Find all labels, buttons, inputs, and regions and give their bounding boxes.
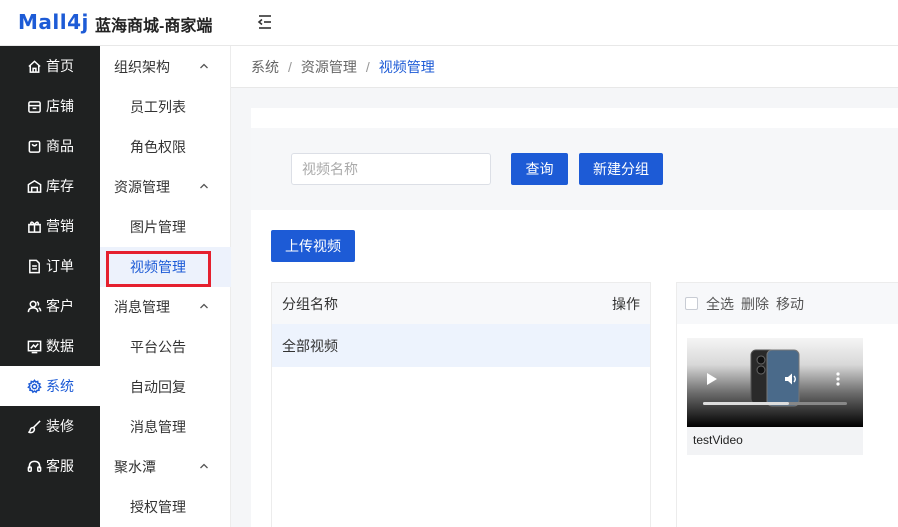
- submenu-item-staff[interactable]: 员工列表: [100, 87, 231, 127]
- document-icon: [29, 259, 40, 273]
- group-panel: 分组名称 操作 全部视频: [271, 282, 651, 527]
- submenu-item-label: 员工列表: [130, 99, 186, 115]
- chevron-up-icon: [200, 183, 208, 189]
- column-action: 操作: [612, 295, 640, 312]
- sidebar-item-orders[interactable]: 订单: [0, 246, 100, 286]
- submenu-group-label: 资源管理: [114, 179, 170, 195]
- submenu-item-label: 平台公告: [130, 339, 186, 355]
- sidebar-item-system[interactable]: 系统: [0, 366, 100, 406]
- sidebar-item-marketing[interactable]: 营销: [0, 206, 100, 246]
- submenu-item-auto-reply[interactable]: 自动回复: [100, 367, 231, 407]
- bag-icon: [28, 140, 41, 153]
- video-name-search-input[interactable]: [291, 153, 491, 185]
- submenu-item-label: 角色权限: [130, 139, 186, 155]
- sidebar-item-decoration[interactable]: 装修: [0, 406, 100, 446]
- sidebar-item-label: 装修: [46, 418, 74, 434]
- sidebar-item-customers[interactable]: 客户: [0, 286, 100, 326]
- play-icon[interactable]: [706, 372, 718, 386]
- sidebar-item-home[interactable]: 首页: [0, 46, 100, 86]
- home-icon: [28, 59, 41, 73]
- volume-icon[interactable]: [783, 371, 799, 387]
- collapse-menu-icon[interactable]: [255, 12, 275, 32]
- submenu-item-images[interactable]: 图片管理: [100, 207, 231, 247]
- upload-video-button[interactable]: 上传视频: [271, 230, 355, 262]
- select-all-checkbox[interactable]: [685, 297, 698, 310]
- query-button[interactable]: 查询: [511, 153, 568, 185]
- filter-bar: 查询 新建分组: [251, 128, 898, 210]
- submenu-group-resources[interactable]: 资源管理: [100, 167, 231, 207]
- video-panel: 全选 删除 移动 testVideo: [676, 282, 898, 527]
- store-icon: [28, 100, 41, 113]
- submenu-item-label: 图片管理: [130, 219, 186, 235]
- users-icon: [27, 300, 42, 312]
- submenu-item-roles[interactable]: 角色权限: [100, 127, 231, 167]
- logo: Mall4j: [18, 10, 89, 34]
- main-sidebar: 首页 店铺 商品 库存 营销 订单 客户 数据 系统 装修 客服: [0, 46, 100, 527]
- sidebar-item-data[interactable]: 数据: [0, 326, 100, 366]
- submenu-item-label: 消息管理: [130, 419, 186, 435]
- video-thumbnail[interactable]: [687, 338, 863, 427]
- breadcrumb-item[interactable]: 系统: [251, 57, 279, 77]
- app-title: 蓝海商城-商家端: [95, 18, 213, 35]
- breadcrumb-separator: /: [365, 58, 370, 75]
- gear-icon: [27, 378, 42, 393]
- sidebar-item-label: 系统: [46, 378, 74, 394]
- submenu-item-message-manage[interactable]: 消息管理: [100, 407, 231, 447]
- sidebar-item-label: 订单: [46, 258, 74, 274]
- chevron-up-icon: [200, 463, 208, 469]
- sidebar-item-label: 库存: [46, 178, 74, 194]
- submenu-item-announcements[interactable]: 平台公告: [100, 327, 231, 367]
- video-name: testVideo: [693, 433, 743, 447]
- more-options-icon[interactable]: [836, 371, 840, 387]
- select-all-label[interactable]: 全选: [706, 294, 734, 314]
- column-group-name: 分组名称: [282, 295, 338, 312]
- chevron-up-icon: [200, 63, 208, 69]
- submenu-group-label: 消息管理: [114, 299, 170, 315]
- submenu-item-videos[interactable]: 视频管理: [100, 247, 231, 287]
- submenu-item-auth[interactable]: 授权管理: [100, 487, 231, 527]
- video-card[interactable]: testVideo: [687, 338, 863, 455]
- submenu-group-org[interactable]: 组织架构: [100, 47, 231, 87]
- sidebar-item-label: 首页: [46, 58, 74, 74]
- brush-icon: [28, 419, 41, 433]
- submenu-group-label: 聚水潭: [114, 459, 156, 475]
- submenu-item-label: 自动回复: [130, 379, 186, 395]
- content-card: 查询 新建分组 上传视频 分组名称 操作 全部视频 全选 删除 移动: [251, 108, 898, 527]
- breadcrumb-item[interactable]: 资源管理: [301, 57, 357, 77]
- sub-menu: 组织架构 员工列表 角色权限 资源管理 图片管理 视频管理 消息管理 平台公告 …: [100, 46, 231, 527]
- headset-icon: [27, 460, 42, 472]
- delete-link[interactable]: 删除: [741, 294, 769, 314]
- chart-icon: [27, 340, 42, 353]
- move-link[interactable]: 移动: [776, 294, 804, 314]
- new-group-button[interactable]: 新建分组: [579, 153, 663, 185]
- group-table-header: 分组名称 操作: [272, 283, 650, 324]
- gift-icon: [28, 220, 41, 233]
- top-header: Mall4j 蓝海商城-商家端: [0, 0, 898, 46]
- sidebar-item-label: 客服: [46, 458, 74, 474]
- sidebar-item-store[interactable]: 店铺: [0, 86, 100, 126]
- group-row-label: 全部视频: [282, 337, 338, 354]
- submenu-group-jushuitan[interactable]: 聚水潭: [100, 447, 231, 487]
- sidebar-item-label: 数据: [46, 338, 74, 354]
- breadcrumb-current: 视频管理: [378, 58, 435, 75]
- sidebar-item-service[interactable]: 客服: [0, 446, 100, 486]
- sidebar-item-label: 客户: [46, 298, 74, 314]
- submenu-group-messages[interactable]: 消息管理: [100, 287, 231, 327]
- breadcrumb-separator: /: [288, 58, 292, 75]
- breadcrumb: 系统 / 资源管理 / 视频管理: [231, 46, 898, 88]
- sidebar-item-stock[interactable]: 库存: [0, 166, 100, 206]
- warehouse-icon: [27, 179, 42, 193]
- sidebar-item-label: 店铺: [46, 98, 74, 114]
- sidebar-item-label: 营销: [46, 218, 74, 234]
- chevron-up-icon: [200, 303, 208, 309]
- sidebar-item-label: 商品: [46, 138, 74, 154]
- submenu-item-label: 授权管理: [130, 499, 186, 515]
- group-row-all-videos[interactable]: 全部视频: [272, 324, 650, 367]
- video-toolbar: 全选 删除 移动: [677, 283, 898, 324]
- submenu-group-label: 组织架构: [114, 59, 170, 75]
- sidebar-item-goods[interactable]: 商品: [0, 126, 100, 166]
- submenu-item-label: 视频管理: [130, 259, 186, 275]
